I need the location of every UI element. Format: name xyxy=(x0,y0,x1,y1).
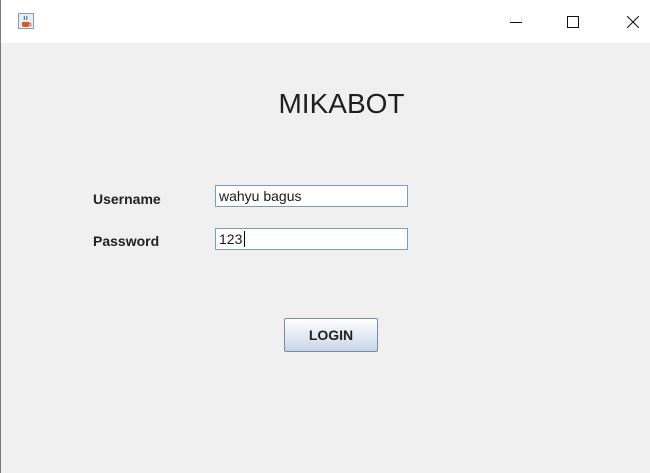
maximize-button[interactable] xyxy=(550,0,596,43)
minimize-button[interactable] xyxy=(493,0,539,43)
password-label: Password xyxy=(93,233,160,249)
title-bar[interactable] xyxy=(1,0,650,43)
login-window: MIKABOT Username Password LOGIN xyxy=(0,0,650,473)
username-label: Username xyxy=(93,191,161,207)
text-caret xyxy=(244,231,245,247)
login-panel: MIKABOT Username Password LOGIN xyxy=(1,43,650,473)
maximize-icon xyxy=(567,15,579,28)
close-icon xyxy=(627,15,639,28)
username-field[interactable] xyxy=(215,185,408,207)
login-button[interactable]: LOGIN xyxy=(284,318,378,352)
minimize-icon xyxy=(510,21,522,23)
java-cup-icon[interactable] xyxy=(18,13,34,29)
close-button[interactable] xyxy=(610,0,650,43)
app-title: MIKABOT xyxy=(278,88,405,119)
